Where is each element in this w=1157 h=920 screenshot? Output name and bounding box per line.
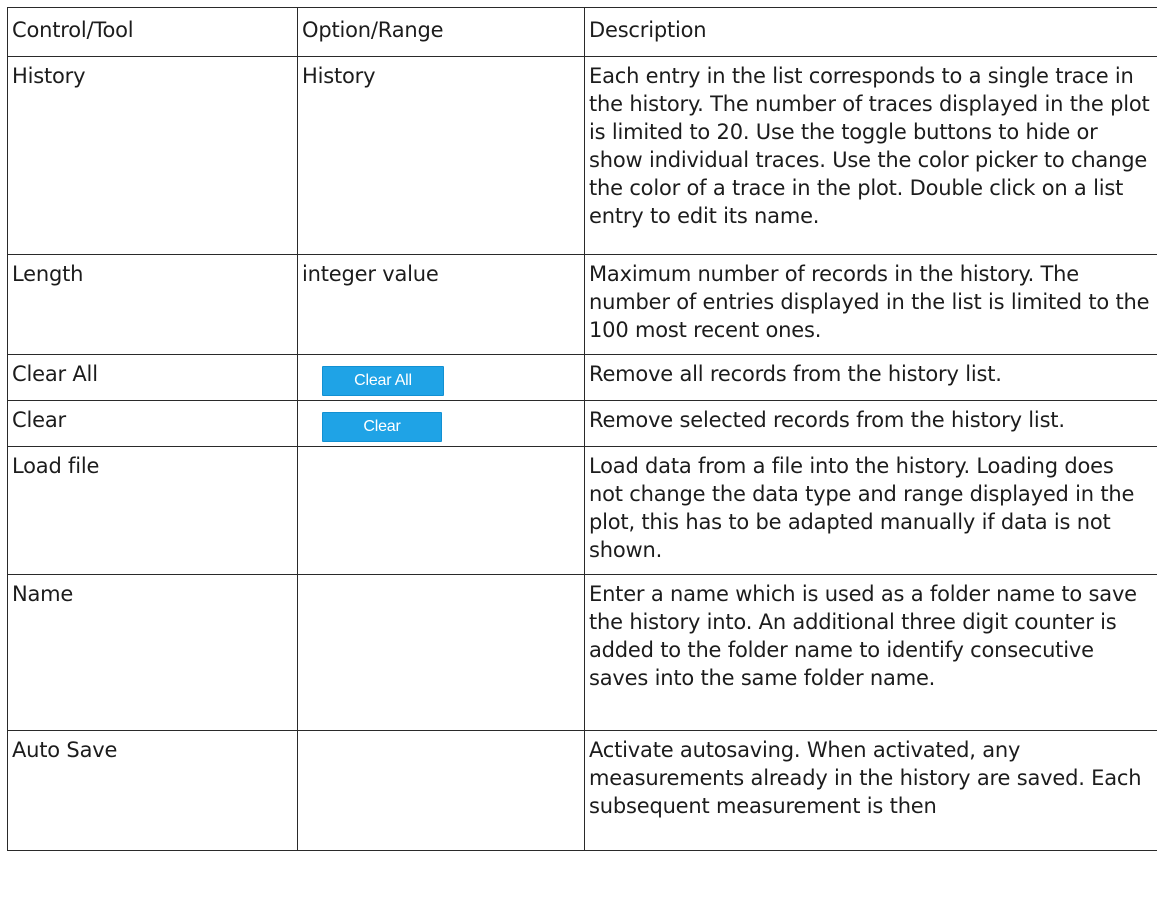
clear-button[interactable]: Clear [322, 412, 442, 442]
header-control-tool: Control/Tool [7, 7, 298, 57]
row-option: Clear [297, 400, 585, 447]
row-option: Clear All [297, 354, 585, 401]
row-description: Remove all records from the history list… [584, 354, 1157, 401]
table-row-length: Length integer value Maximum number of r… [7, 254, 1157, 355]
row-option: History [297, 56, 585, 255]
table-row-auto-save: Auto Save Activate autosaving. When acti… [7, 730, 1157, 851]
table-row-clear-all: Clear All Clear All Remove all records f… [7, 354, 1157, 401]
row-control: Clear All [7, 354, 298, 401]
table-row-name: Name Enter a name which is used as a fol… [7, 574, 1157, 731]
clear-all-button[interactable]: Clear All [322, 366, 444, 396]
row-description: Activate autosaving. When activated, any… [584, 730, 1157, 851]
table-header-row: Control/Tool Option/Range Description [7, 7, 1157, 57]
row-control: Name [7, 574, 298, 731]
header-option-range: Option/Range [297, 7, 585, 57]
row-description: Load data from a file into the history. … [584, 446, 1157, 575]
row-description: Remove selected records from the history… [584, 400, 1157, 447]
row-control: Clear [7, 400, 298, 447]
table-row-clear: Clear Clear Remove selected records from… [7, 400, 1157, 447]
table-row-history: History History Each entry in the list c… [7, 56, 1157, 255]
header-description: Description [584, 7, 1157, 57]
row-description: Maximum number of records in the history… [584, 254, 1157, 355]
row-control: Load file [7, 446, 298, 575]
row-description: Each entry in the list corresponds to a … [584, 56, 1157, 255]
controls-table: Control/Tool Option/Range Description Hi… [7, 7, 1157, 851]
row-option [297, 730, 585, 851]
row-option [297, 446, 585, 575]
row-control: History [7, 56, 298, 255]
row-control: Length [7, 254, 298, 355]
table-row-load-file: Load file Load data from a file into the… [7, 446, 1157, 575]
row-description: Enter a name which is used as a folder n… [584, 574, 1157, 731]
row-option [297, 574, 585, 731]
row-option: integer value [297, 254, 585, 355]
row-control: Auto Save [7, 730, 298, 851]
